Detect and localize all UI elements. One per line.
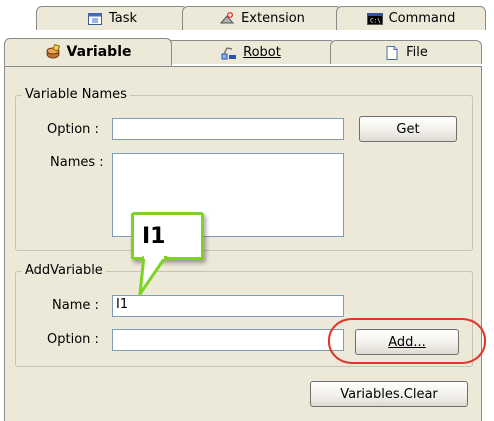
callout-text: I1 [142, 223, 166, 249]
name-label: Name : [52, 298, 99, 313]
variable-names-legend: Variable Names [22, 87, 130, 103]
names-label: Names : [50, 155, 104, 170]
get-button[interactable]: Get [359, 116, 457, 142]
tab-file-label: File [406, 45, 428, 60]
task-icon [87, 11, 103, 27]
callout-annotation: I1 [131, 212, 204, 260]
tab-page-variable: Variable Names Option : Get Names : AddV… [4, 66, 482, 421]
add-variable-legend: AddVariable [22, 263, 106, 279]
tab-extension-label: Extension [241, 11, 305, 26]
option-input[interactable] [112, 118, 344, 140]
callout-pointer-icon [138, 256, 168, 296]
add-option-input[interactable] [112, 329, 344, 351]
tab-file[interactable]: File [330, 40, 482, 64]
file-icon [384, 45, 400, 61]
variables-clear-button[interactable]: Variables.Clear [310, 381, 468, 407]
name-input[interactable]: I1 [112, 295, 344, 317]
option-label: Option : [47, 122, 99, 137]
robot-icon [221, 45, 237, 61]
tab-variable[interactable]: Variable [4, 38, 172, 66]
tab-command[interactable]: C:\ Command [336, 6, 486, 30]
tab-command-label: Command [388, 11, 456, 26]
extension-icon [219, 11, 235, 27]
tab-extension[interactable]: Extension [182, 6, 342, 30]
svg-text:C:\: C:\ [370, 17, 381, 24]
tab-task[interactable]: Task [36, 6, 188, 30]
add-option-label: Option : [47, 332, 99, 347]
tab-robot[interactable]: Robot [166, 40, 336, 64]
variable-icon [45, 43, 61, 60]
command-icon: C:\ [366, 11, 383, 27]
tab-robot-label: Robot [243, 45, 281, 60]
variable-panel: Task Extension C:\ Command Variable Robo… [0, 0, 494, 421]
tab-variable-label: Variable [66, 44, 132, 60]
tab-task-label: Task [108, 11, 138, 26]
add-button-highlight [328, 318, 486, 364]
